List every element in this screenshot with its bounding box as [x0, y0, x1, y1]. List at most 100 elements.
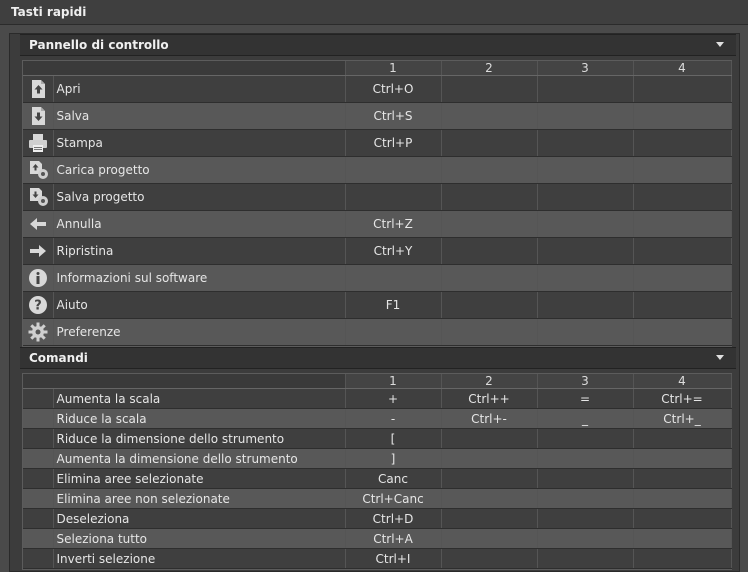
shortcut-cell-2[interactable]: [441, 210, 538, 238]
shortcut-cell-4[interactable]: [633, 210, 732, 238]
shortcut-cell-4[interactable]: [633, 237, 732, 265]
shortcut-cell-1[interactable]: Ctrl+Canc: [345, 488, 442, 509]
shortcut-row-aumenta-la-scala[interactable]: Aumenta la scala + Ctrl++ = Ctrl+=: [23, 388, 732, 409]
shortcut-cell-4[interactable]: [633, 548, 732, 569]
chevron-down-icon[interactable]: [716, 355, 724, 360]
shortcut-cell-4[interactable]: [633, 448, 732, 469]
shortcut-cell-4[interactable]: Ctrl+=: [633, 388, 732, 409]
shortcut-cell-2[interactable]: [441, 528, 538, 549]
shortcut-cell-4[interactable]: [633, 318, 732, 346]
shortcut-cell-3[interactable]: [537, 102, 634, 130]
shortcut-cell-1[interactable]: Ctrl+S: [345, 102, 442, 130]
shortcut-row-informazioni-sul-software[interactable]: Informazioni sul software: [23, 264, 732, 292]
shortcut-cell-1[interactable]: +: [345, 388, 442, 409]
shortcut-cell-2[interactable]: [441, 102, 538, 130]
shortcut-cell-1[interactable]: Ctrl+I: [345, 548, 442, 569]
shortcut-cell-2[interactable]: Ctrl++: [441, 388, 538, 409]
shortcut-cell-3[interactable]: [537, 448, 634, 469]
shortcut-cell-2[interactable]: [441, 548, 538, 569]
shortcut-cell-1[interactable]: Ctrl+O: [345, 75, 442, 103]
shortcut-cell-4[interactable]: [633, 291, 732, 319]
shortcut-cell-2[interactable]: [441, 237, 538, 265]
shortcut-cell-1[interactable]: [345, 183, 442, 211]
shortcut-cell-1[interactable]: [345, 264, 442, 292]
shortcut-row-elimina-aree-selezionate[interactable]: Elimina aree selezionate Canc: [23, 468, 732, 489]
section-header-control-panel[interactable]: Pannello di controllo: [20, 34, 736, 56]
shortcut-cell-2[interactable]: [441, 291, 538, 319]
shortcut-cell-2[interactable]: [441, 488, 538, 509]
shortcut-cell-1[interactable]: Ctrl+Z: [345, 210, 442, 238]
shortcut-cell-2[interactable]: [441, 318, 538, 346]
shortcut-cell-4[interactable]: [633, 528, 732, 549]
shortcut-cell-3[interactable]: =: [537, 388, 634, 409]
shortcut-row-inverti-selezione[interactable]: Inverti selezione Ctrl+I: [23, 548, 732, 569]
shortcut-row-riduce-la-dimensione-dello-strumento[interactable]: Riduce la dimensione dello strumento[: [23, 428, 732, 449]
shortcut-cell-3[interactable]: [537, 183, 634, 211]
shortcut-cell-1[interactable]: ]: [345, 448, 442, 469]
shortcut-cell-4[interactable]: [633, 102, 732, 130]
shortcut-cell-1[interactable]: Ctrl+A: [345, 528, 442, 549]
shortcut-cell-3[interactable]: [537, 75, 634, 103]
shortcut-cell-3[interactable]: [537, 548, 634, 569]
shortcut-cell-3[interactable]: [537, 264, 634, 292]
shortcut-cell-3[interactable]: [537, 210, 634, 238]
shortcut-cell-1[interactable]: Canc: [345, 468, 442, 489]
shortcut-cell-2[interactable]: [441, 156, 538, 184]
shortcut-cell-1[interactable]: -: [345, 408, 442, 429]
shortcut-cell-4[interactable]: [633, 428, 732, 449]
shortcut-row-aiuto[interactable]: ? Aiuto F1: [23, 291, 732, 319]
shortcut-cell-3[interactable]: [537, 508, 634, 529]
shortcut-cell-2[interactable]: [441, 129, 538, 157]
shortcut-row-ripristina[interactable]: Ripristina Ctrl+Y: [23, 237, 732, 265]
shortcut-cell-1[interactable]: Ctrl+Y: [345, 237, 442, 265]
shortcut-cell-2[interactable]: [441, 508, 538, 529]
shortcut-row-salva[interactable]: Salva Ctrl+S: [23, 102, 732, 130]
shortcut-row-annulla[interactable]: Annulla Ctrl+Z: [23, 210, 732, 238]
shortcut-row-seleziona-tutto[interactable]: Seleziona tutto Ctrl+A: [23, 528, 732, 549]
shortcut-row-stampa[interactable]: Stampa Ctrl+P: [23, 129, 732, 157]
shortcut-cell-3[interactable]: _: [537, 408, 634, 429]
shortcut-cell-3[interactable]: [537, 129, 634, 157]
shortcut-row-elimina-aree-non-selezionate[interactable]: Elimina aree non selezionate Ctrl+Canc: [23, 488, 732, 509]
shortcut-cell-3[interactable]: [537, 528, 634, 549]
shortcut-cell-4[interactable]: [633, 183, 732, 211]
shortcut-row-apri[interactable]: Apri Ctrl+O: [23, 75, 732, 103]
shortcut-cell-3[interactable]: [537, 428, 634, 449]
shortcut-row-deseleziona[interactable]: Deseleziona Ctrl+D: [23, 508, 732, 529]
shortcut-row-riduce-la-scala[interactable]: Riduce la scala - Ctrl+- _ Ctrl+_: [23, 408, 732, 429]
shortcut-cell-2[interactable]: [441, 448, 538, 469]
shortcut-cell-3[interactable]: [537, 488, 634, 509]
shortcut-cell-2[interactable]: [441, 264, 538, 292]
shortcut-cell-4[interactable]: [633, 488, 732, 509]
shortcut-cell-3[interactable]: [537, 291, 634, 319]
shortcut-cell-4[interactable]: [633, 508, 732, 529]
shortcut-cell-2[interactable]: [441, 428, 538, 449]
chevron-down-icon[interactable]: [716, 42, 724, 47]
shortcut-cell-2[interactable]: Ctrl+-: [441, 408, 538, 429]
shortcut-row-preferenze[interactable]: Preferenze: [23, 318, 732, 346]
shortcut-cell-1[interactable]: [345, 156, 442, 184]
shortcut-row-carica-progetto[interactable]: Carica progetto: [23, 156, 732, 184]
shortcut-cell-3[interactable]: [537, 237, 634, 265]
shortcut-cell-1[interactable]: [345, 318, 442, 346]
shortcut-cell-3[interactable]: [537, 318, 634, 346]
shortcut-cell-1[interactable]: F1: [345, 291, 442, 319]
shortcut-cell-4[interactable]: [633, 468, 732, 489]
section-header-commands[interactable]: Comandi: [20, 347, 736, 369]
shortcut-cell-4[interactable]: [633, 156, 732, 184]
shortcut-cell-2[interactable]: [441, 183, 538, 211]
shortcut-cell-4[interactable]: [633, 264, 732, 292]
load-project-icon: [27, 159, 49, 181]
shortcut-cell-4[interactable]: Ctrl+_: [633, 408, 732, 429]
shortcut-cell-1[interactable]: [: [345, 428, 442, 449]
shortcut-cell-4[interactable]: [633, 75, 732, 103]
shortcut-row-salva-progetto[interactable]: Salva progetto: [23, 183, 732, 211]
shortcut-cell-3[interactable]: [537, 468, 634, 489]
shortcut-cell-4[interactable]: [633, 129, 732, 157]
shortcut-cell-1[interactable]: Ctrl+D: [345, 508, 442, 529]
shortcut-cell-3[interactable]: [537, 156, 634, 184]
shortcut-row-aumenta-la-dimensione-dello-strumento[interactable]: Aumenta la dimensione dello strumento]: [23, 448, 732, 469]
shortcut-cell-2[interactable]: [441, 75, 538, 103]
shortcut-cell-2[interactable]: [441, 468, 538, 489]
shortcut-cell-1[interactable]: Ctrl+P: [345, 129, 442, 157]
